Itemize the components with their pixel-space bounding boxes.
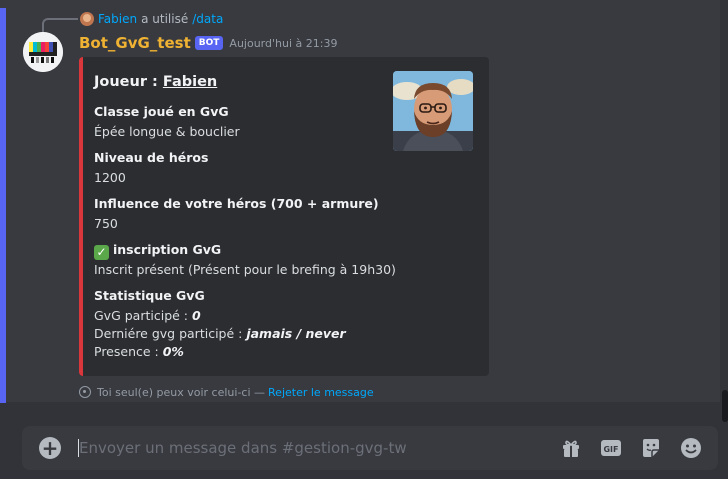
sticker-icon[interactable]	[640, 437, 662, 459]
embed-color-bar	[79, 57, 83, 376]
reply-command[interactable]: /data	[192, 12, 223, 26]
field-registration-name: ✓ inscription GvG	[94, 242, 221, 260]
stats-last-gvg-value: jamais / never	[246, 326, 346, 341]
command-reply[interactable]: Fabien a utilisé /data	[80, 10, 223, 28]
field-registration-label: inscription GvG	[113, 242, 222, 257]
gif-label: GIF	[603, 445, 618, 454]
reply-username[interactable]: Fabien	[98, 12, 137, 26]
field-influence-value: 750	[94, 216, 118, 231]
bot-avatar[interactable]	[23, 32, 63, 72]
field-level-name: Niveau de héros	[94, 150, 209, 165]
message-area: Fabien a utilisé /data Bot_GvG_test BOT …	[0, 0, 720, 403]
bot-username[interactable]: Bot_GvG_test	[79, 34, 191, 52]
bot-badge: BOT	[194, 36, 224, 50]
scrollbar-thumb[interactable]	[722, 390, 728, 422]
check-icon: ✓	[94, 245, 109, 260]
message-header: Bot_GvG_test BOT Aujourd'hui à 21:39	[79, 33, 337, 53]
field-stats-name: Statistique GvG	[94, 288, 205, 303]
field-influence-name: Influence de votre héros (700 + armure)	[94, 196, 379, 211]
reply-text: a utilisé	[141, 12, 189, 26]
highlight-bar	[0, 8, 6, 403]
embed-title-prefix: Joueur :	[94, 74, 163, 90]
eye-icon	[79, 386, 91, 398]
emoji-icon[interactable]	[680, 437, 702, 459]
field-registration-value: Inscrit présent (Présent pour le brefing…	[94, 262, 396, 277]
reply-avatar[interactable]	[80, 12, 94, 26]
gif-picker-icon[interactable]: GIF	[600, 437, 622, 459]
stats-presence-value: 0%	[162, 344, 184, 359]
player-thumbnail[interactable]	[393, 71, 473, 151]
stats-participated-value: 0	[191, 308, 201, 323]
field-level-value: 1200	[94, 170, 126, 185]
field-class-value: Épée longue & bouclier	[94, 124, 240, 139]
add-attachment-button[interactable]: +	[39, 437, 61, 459]
player-portrait-icon	[393, 71, 473, 151]
stats-line-participated: GvG participé : 0	[94, 308, 201, 323]
field-class-name: Classe joué en GvG	[94, 104, 229, 119]
player-embed: Joueur : Fabien Classe joué en GvG Épée	[79, 57, 489, 376]
stats-line-presence: Presence : 0%	[94, 344, 184, 359]
test-card-icon	[23, 32, 63, 72]
message-composer: + Envoyer un message dans #gestion-gvg-t…	[22, 426, 718, 470]
stats-line-last-gvg: Derniére gvg participé : jamais / never	[94, 326, 346, 341]
ephemeral-text: Toi seul(e) peux voir celui-ci —	[97, 385, 266, 399]
embed-title-user[interactable]: Fabien	[163, 74, 217, 90]
stats-presence-label: Presence :	[94, 344, 163, 359]
message-input[interactable]: Envoyer un message dans #gestion-gvg-tw	[79, 439, 407, 457]
stats-last-gvg-label: Derniére gvg participé :	[94, 326, 247, 341]
dismiss-message-link[interactable]: Rejeter le message	[268, 386, 374, 399]
gift-icon[interactable]	[560, 437, 582, 459]
stats-participated-label: GvG participé :	[94, 308, 192, 323]
embed-title: Joueur : Fabien	[94, 74, 217, 90]
message-timestamp[interactable]: Aujourd'hui à 21:39	[229, 37, 337, 50]
ephemeral-notice: Toi seul(e) peux voir celui-ci — Rejeter…	[79, 384, 374, 400]
